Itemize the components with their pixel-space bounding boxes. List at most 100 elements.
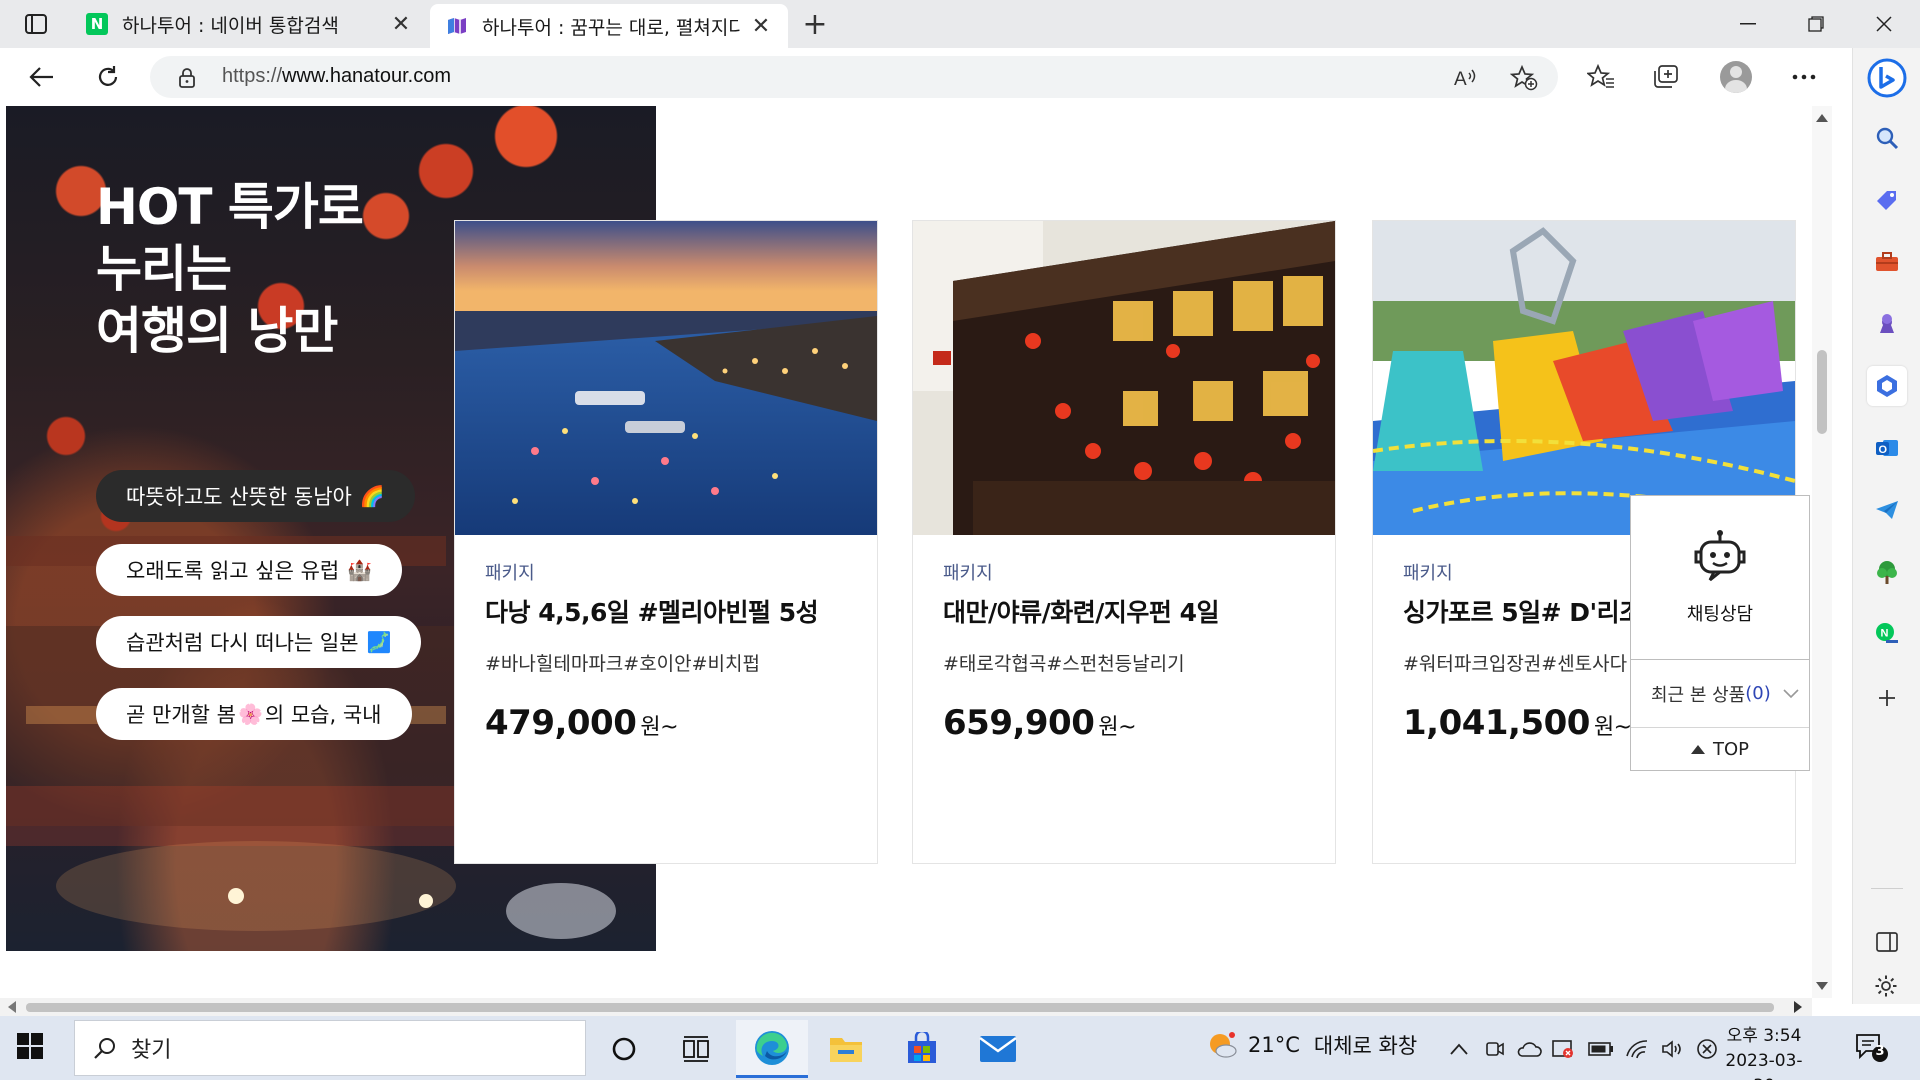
product-title[interactable]: 대만/야류/화련/지우펀 4일	[943, 593, 1220, 629]
product-card[interactable]: 패키지 다낭 4,5,6일 #멜리아빈펄 5성 #바나힐테마파크#호이안#비치펍…	[454, 220, 878, 864]
task-view-button[interactable]	[660, 1020, 732, 1078]
taskbar-edge-app[interactable]	[736, 1020, 808, 1078]
read-aloud-icon[interactable]: A	[1450, 64, 1482, 92]
shopping-tag-icon	[1877, 191, 1896, 210]
battery-icon[interactable]	[1588, 1036, 1614, 1062]
volume-icon[interactable]	[1660, 1036, 1686, 1062]
refresh-icon	[98, 66, 118, 86]
url-text[interactable]: https://www.hanatour.com	[222, 65, 451, 88]
sidebar-office-button[interactable]	[1867, 366, 1907, 406]
hero-pill-domestic[interactable]: 곧 만개할 봄 🌸 의 모습, 국내	[96, 688, 412, 740]
minimize-button[interactable]	[1714, 0, 1782, 48]
edge-icon	[755, 1030, 789, 1065]
sidebar-settings-button[interactable]	[1866, 966, 1906, 1006]
recent-products-button[interactable]: 최근 본 상품 (0)	[1631, 660, 1809, 728]
chat-consult-button[interactable]: 채팅상담	[1631, 496, 1809, 660]
split-screen-icon	[1876, 932, 1898, 952]
taskbar-file-explorer-app[interactable]	[810, 1020, 882, 1078]
product-card[interactable]: 패키지 대만/야류/화련/지우펀 4일 #태로각협곡#스펀천등날리기 659,9…	[912, 220, 1336, 864]
cortana-button[interactable]	[588, 1020, 660, 1078]
tray-overflow-icon[interactable]	[1446, 1036, 1472, 1062]
scroll-top-button[interactable]: TOP	[1631, 728, 1809, 770]
notification-center-button[interactable]: 3	[1854, 1032, 1890, 1068]
hero-pill-japan[interactable]: 습관처럼 다시 떠나는 일본 🗾	[96, 616, 422, 668]
tab-actions-button[interactable]	[14, 10, 58, 38]
profile-button[interactable]	[1718, 60, 1754, 94]
taskbar-mail-app[interactable]	[962, 1020, 1034, 1078]
windows-logo-icon	[17, 1033, 43, 1059]
product-title[interactable]: 다낭 4,5,6일 #멜리아빈펄 5성	[485, 593, 819, 629]
close-window-button[interactable]	[1850, 0, 1918, 48]
vertical-scrollbar[interactable]	[1812, 106, 1832, 998]
sidebar-telegram-button[interactable]	[1867, 490, 1907, 530]
lock-icon[interactable]	[178, 67, 196, 93]
sidebar-shopping-button[interactable]	[1867, 180, 1907, 220]
office-icon	[1877, 375, 1897, 397]
hero-pill-europe[interactable]: 오래도록 읽고 싶은 유럽 🏰	[96, 544, 403, 596]
weather-widget[interactable]: 21°C 대체로 화창	[1206, 1030, 1417, 1060]
rainbow-icon: 🌈	[359, 484, 385, 508]
hero-title: HOT 특가로 누리는 여행의 낭만	[96, 178, 364, 360]
taskbar-search-placeholder: 찾기	[131, 1038, 172, 1063]
more-button[interactable]	[1786, 60, 1822, 94]
taskbar-clock[interactable]: 오후 3:54 2023-03-30	[1716, 1024, 1812, 1080]
scroll-down-icon[interactable]	[1816, 982, 1828, 990]
favorites-button[interactable]	[1583, 60, 1619, 94]
pill-label-suffix: 의 모습, 국내	[264, 703, 382, 727]
pill-label: 따뜻하고도 산뜻한 동남아	[126, 485, 352, 509]
meet-now-icon[interactable]	[1482, 1036, 1508, 1062]
folder-icon	[830, 1038, 862, 1062]
product-tags: #태로각협곡#스펀천등날리기	[943, 653, 1185, 675]
wifi-icon[interactable]	[1624, 1036, 1650, 1062]
svg-text:A: A	[1454, 69, 1467, 89]
horizontal-scroll-thumb[interactable]	[26, 1003, 1774, 1012]
sidebar-tools-button[interactable]	[1867, 242, 1907, 282]
chevron-down-icon	[1783, 688, 1799, 698]
sidebar-tree-button[interactable]	[1867, 552, 1907, 592]
add-favorite-icon[interactable]	[1508, 64, 1540, 92]
sidebar-outlook-button[interactable]: O	[1867, 428, 1907, 468]
bing-copilot-button[interactable]	[1863, 54, 1911, 102]
back-button[interactable]	[22, 58, 62, 96]
sidebar-add-button[interactable]	[1867, 678, 1907, 718]
scroll-up-icon[interactable]	[1816, 114, 1828, 122]
product-image-singapore[interactable]	[1373, 221, 1795, 535]
sidebar-search-button[interactable]	[1867, 118, 1907, 158]
product-image-danang[interactable]	[455, 221, 877, 535]
sidebar-games-button[interactable]	[1867, 304, 1907, 344]
vertical-scroll-thumb[interactable]	[1817, 350, 1827, 434]
restore-button[interactable]	[1782, 0, 1850, 48]
onedrive-icon[interactable]	[1516, 1036, 1542, 1062]
scroll-right-icon[interactable]	[1794, 1001, 1802, 1013]
partly-sunny-icon	[1210, 1032, 1237, 1058]
tab-close-icon[interactable]: ✕	[750, 14, 772, 39]
hero-pill-southeast-asia[interactable]: 따뜻하고도 산뜻한 동남아 🌈	[96, 470, 415, 522]
sidebar-split-screen-button[interactable]	[1867, 922, 1907, 962]
product-category: 패키지	[1403, 563, 1453, 584]
product-price: 1,041,500 원~	[1403, 703, 1632, 743]
address-bar[interactable]: https://www.hanatour.com A	[150, 56, 1558, 98]
tab-close-icon[interactable]: ✕	[390, 12, 412, 37]
taskbar-search-box[interactable]: 찾기	[74, 1020, 586, 1076]
start-button[interactable]	[16, 1032, 44, 1064]
tab-hanatour[interactable]: 하나투어 : 꿈꾸는 대로, 펼쳐지다 ✕	[430, 4, 788, 48]
security-alert-icon[interactable]	[1550, 1036, 1576, 1062]
chatbot-icon	[1694, 530, 1746, 582]
sidebar-divider	[1871, 888, 1903, 889]
tree-icon	[1877, 561, 1897, 584]
page-viewport: HOT 특가로 누리는 여행의 낭만 따뜻하고도 산뜻한 동남아 🌈 오래도록 읽…	[0, 106, 1812, 998]
settings-icon	[1875, 975, 1897, 997]
scroll-left-icon[interactable]	[8, 1001, 16, 1013]
browser-toolbar: https://www.hanatour.com A	[0, 48, 1852, 106]
tab-naver-search[interactable]: N 하나투어 : 네이버 통합검색 ✕	[70, 0, 428, 48]
collections-button[interactable]	[1648, 60, 1684, 94]
new-tab-button[interactable]: +	[798, 7, 832, 42]
product-image-taiwan[interactable]	[913, 221, 1335, 535]
taskbar-store-app[interactable]	[886, 1020, 958, 1078]
refresh-button[interactable]	[88, 58, 128, 96]
product-title[interactable]: 싱가포르 5일# D'리조트	[1403, 593, 1665, 629]
favorites-icon	[1587, 64, 1614, 88]
sidebar-naver-button[interactable]: N	[1867, 614, 1907, 654]
collections-icon	[1654, 65, 1678, 88]
horizontal-scrollbar[interactable]	[0, 998, 1812, 1016]
